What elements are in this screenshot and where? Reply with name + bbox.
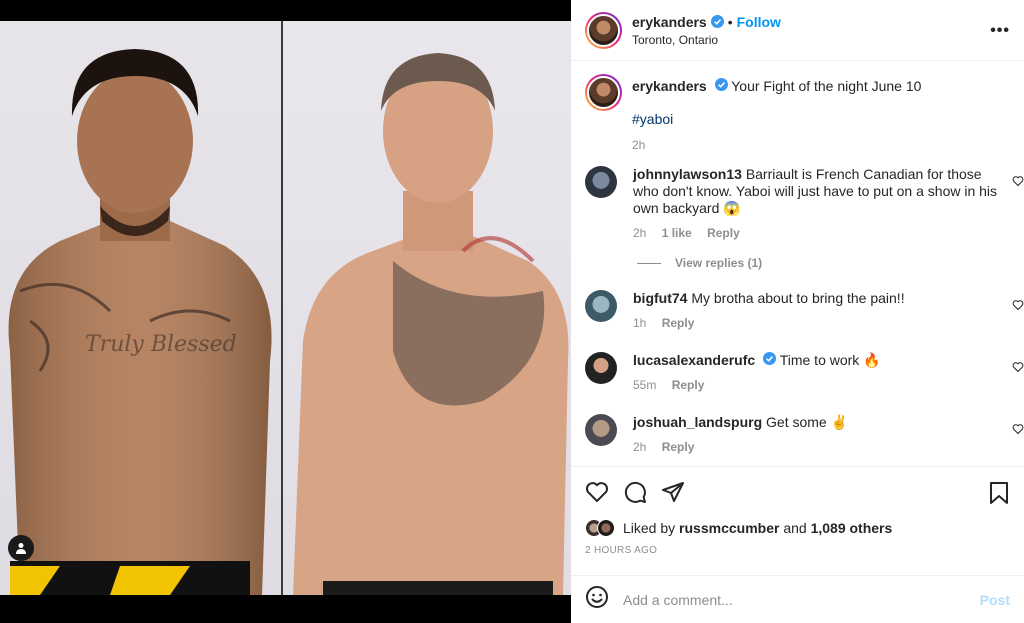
comment-text: Get some ✌ [766, 414, 849, 430]
fighter-left-photo: Truly Blessed [0, 21, 281, 595]
comment-bubble-icon[interactable] [623, 480, 647, 504]
comment-username[interactable]: lucasalexanderufc [633, 352, 755, 368]
commenter-avatar[interactable] [585, 414, 617, 446]
like-comment-heart-icon[interactable] [1012, 360, 1024, 378]
likes-prefix: Liked by [623, 520, 676, 536]
post-side-panel: erykanders • Follow Toronto, Ontario •••… [571, 0, 1024, 623]
verified-badge-icon [714, 78, 728, 91]
post-media[interactable]: Truly Blessed [0, 0, 571, 623]
comment-item: lucasalexanderufc Time to work 🔥 55m Rep… [571, 352, 1024, 394]
likes-user[interactable]: russmccumber [679, 520, 779, 536]
save-bookmark-icon[interactable] [988, 481, 1010, 510]
commenter-avatar[interactable] [585, 290, 617, 322]
view-replies-button[interactable]: View replies (1) [637, 256, 1024, 270]
follow-button[interactable]: Follow [737, 14, 781, 30]
like-comment-heart-icon[interactable] [1012, 422, 1024, 440]
post-timestamp[interactable]: 2 HOURS AGO [585, 545, 1010, 556]
like-comment-heart-icon[interactable] [1012, 174, 1024, 192]
commenter-avatar[interactable] [585, 166, 617, 198]
comment-item: bigfut74 My brotha about to bring the pa… [571, 290, 1024, 332]
header-separator: • [727, 13, 733, 30]
comment-time[interactable]: 2h [633, 440, 646, 454]
tagged-users-button[interactable] [8, 535, 34, 561]
comment-time[interactable]: 2h [633, 226, 646, 240]
commenter-avatar[interactable] [585, 352, 617, 384]
add-comment-bar: Post [571, 575, 1024, 623]
post-image[interactable]: Truly Blessed [0, 21, 571, 595]
post-comment-button[interactable]: Post [980, 592, 1010, 608]
author-avatar[interactable] [585, 11, 622, 49]
verified-badge-icon [710, 15, 724, 28]
comment-username[interactable]: bigfut74 [633, 290, 687, 306]
reply-button[interactable]: Reply [672, 378, 705, 392]
post-actions: Liked by russmccumber and 1,089 others 2… [571, 466, 1024, 556]
reply-button[interactable]: Reply [662, 316, 695, 330]
emoji-smiley-icon[interactable] [585, 585, 609, 614]
caption-username[interactable]: erykanders [632, 78, 707, 94]
liker-avatar [597, 519, 615, 537]
comment-username[interactable]: johnnylawson13 [633, 166, 742, 182]
reply-button[interactable]: Reply [662, 440, 695, 454]
caption-time[interactable]: 2h [632, 138, 645, 152]
comments-list[interactable]: erykanders Your Fight of the night June … [571, 62, 1024, 465]
author-username[interactable]: erykanders [632, 14, 707, 30]
likes-others[interactable]: 1,089 others [811, 520, 893, 536]
like-heart-icon[interactable] [585, 480, 609, 504]
caption-avatar[interactable] [585, 74, 622, 111]
comment-item: joshuah_landspurg Get some ✌ 2h Reply [571, 414, 1024, 456]
user-tag-icon [16, 543, 26, 554]
comment-item: johnnylawson13 Barriault is French Canad… [571, 166, 1024, 242]
comment-likes[interactable]: 1 like [662, 226, 692, 240]
comment-text: My brotha about to bring the pain!! [691, 290, 905, 306]
like-comment-heart-icon[interactable] [1012, 298, 1024, 316]
more-options-icon[interactable]: ••• [990, 22, 1010, 40]
svg-text:Truly Blessed: Truly Blessed [85, 332, 237, 357]
comment-text: Time to work 🔥 [779, 352, 881, 368]
likes-summary[interactable]: Liked by russmccumber and 1,089 others [585, 517, 1010, 539]
post-location[interactable]: Toronto, Ontario [632, 33, 781, 47]
likes-and: and [783, 520, 807, 536]
fighter-right-photo [283, 21, 571, 595]
verified-badge-icon [763, 352, 777, 365]
comment-time[interactable]: 1h [633, 316, 646, 330]
caption-text: Your Fight of the night June 10 [731, 78, 922, 94]
post-caption: erykanders Your Fight of the night June … [571, 62, 1024, 154]
reply-button[interactable]: Reply [707, 226, 740, 240]
post-header: erykanders • Follow Toronto, Ontario ••• [571, 0, 1024, 61]
share-paper-plane-icon[interactable] [661, 480, 685, 504]
comment-input[interactable] [623, 591, 980, 608]
comment-username[interactable]: joshuah_landspurg [633, 414, 762, 430]
comment-time[interactable]: 55m [633, 378, 656, 392]
caption-hashtag[interactable]: #yaboi [632, 110, 921, 128]
view-replies-label: View replies (1) [675, 256, 763, 270]
